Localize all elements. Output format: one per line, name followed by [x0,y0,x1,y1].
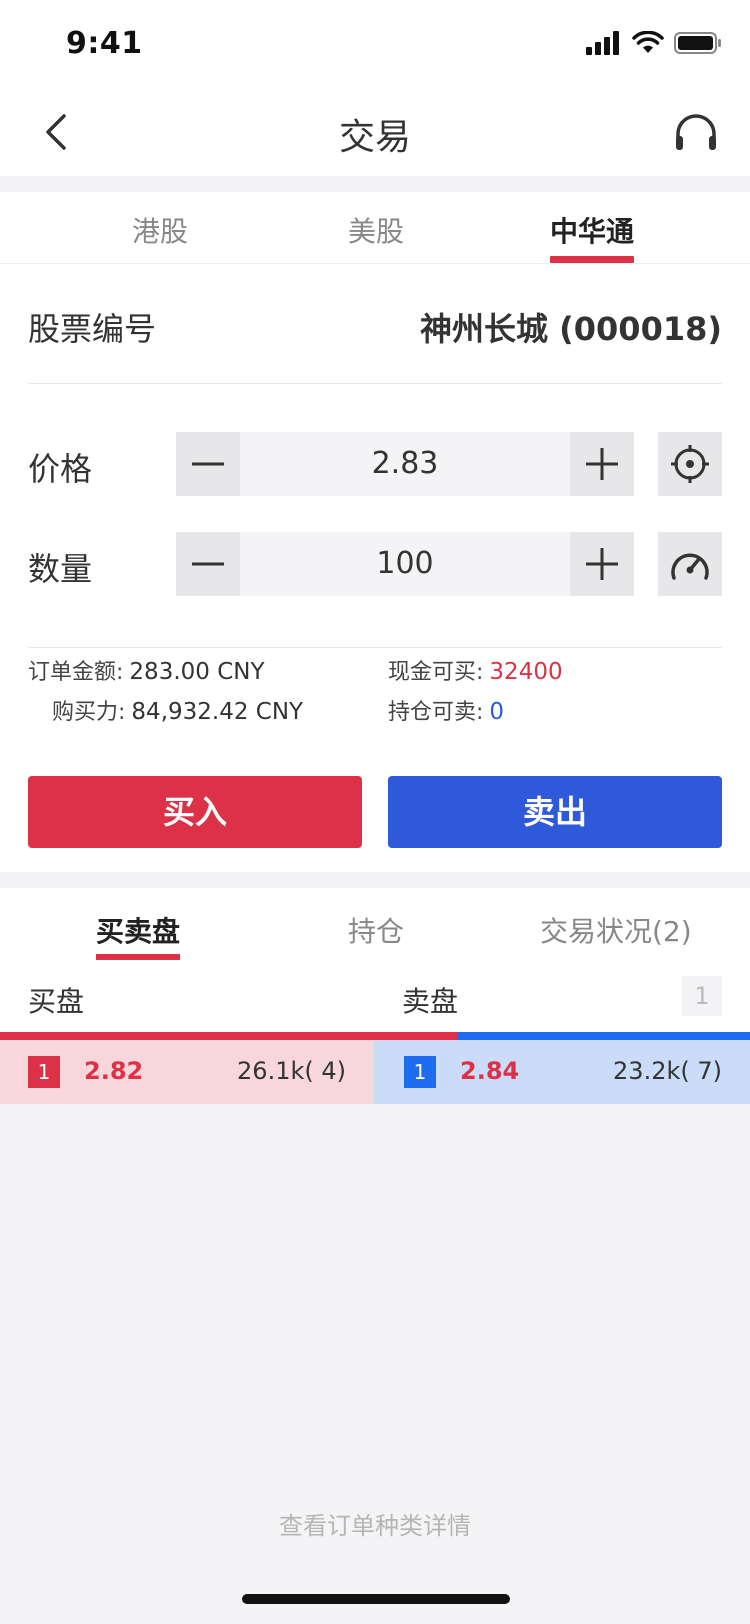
ask-row[interactable]: 1 2.84 23.2k( 7) [374,1040,750,1104]
stock-row[interactable]: 股票编号 神州长城 (000018) [28,264,722,384]
order-book-section: 买卖盘 持仓 交易状况(2) 买盘 卖盘 1 1 2.82 26.1k( 4) … [0,888,750,1104]
home-indicator [242,1594,510,1604]
order-amount-label: 订单金额: [28,660,124,685]
price-input[interactable]: 2.83 [240,446,570,481]
active-tab-indicator [550,256,634,263]
buy-button[interactable]: 买入 [28,776,362,848]
gauge-icon [671,553,709,580]
status-time: 9:41 [66,26,143,61]
quantity-label: 数量 [28,550,93,588]
position-sellable-label: 持仓可卖: [388,700,484,725]
status-icons [586,30,722,60]
depth-level-selector[interactable]: 1 [682,976,722,1016]
bid-level-badge: 1 [28,1056,60,1088]
order-amount-value: 283.00 CNY [129,659,265,685]
quantity-increment-button[interactable] [570,532,634,596]
stock-code-value[interactable]: 神州长城 (000018) [420,304,722,350]
bid-row[interactable]: 1 2.82 26.1k( 4) [0,1040,374,1104]
sell-button[interactable]: 卖出 [388,776,722,848]
buying-power: 购买力: 84,932.42 CNY [52,694,303,726]
tab-order-book[interactable]: 买卖盘 [96,910,180,950]
order-types-link[interactable]: 查看订单种类详情 [0,1506,750,1541]
status-bar: 9:41 [0,0,750,88]
trade-screen: 9:41 交易 港股 美股 中华通 股票编号 神州长城 (000018) 价格 … [0,0,750,1624]
ask-level-badge: 1 [404,1056,436,1088]
wifi-icon [632,30,664,59]
target-icon [671,445,709,483]
cash-buyable-value: 32400 [489,659,563,685]
tab-positions[interactable]: 持仓 [348,910,404,950]
bid-header: 买盘 [28,985,85,1018]
ask-price: 2.84 [460,1057,520,1085]
quantity-decrement-button[interactable] [176,532,240,596]
battery-icon [674,31,722,59]
tab-trade-status[interactable]: 交易状况(2) [540,910,692,950]
signal-icon [586,31,622,59]
minus-icon [192,462,224,466]
quantity-stepper: 100 [176,532,634,596]
tab-us-stocks[interactable]: 美股 [296,210,456,250]
cash-buyable: 现金可买: 32400 [388,654,563,686]
price-label: 价格 [28,450,93,488]
plus-icon [586,448,618,480]
nav-bar: 交易 [0,88,750,176]
quantity-gauge-button[interactable] [658,532,722,596]
cash-buyable-label: 现金可买: [388,660,484,685]
tab-china-connect[interactable]: 中华通 [512,210,672,250]
price-decrement-button[interactable] [176,432,240,496]
form-divider [28,647,722,648]
headset-icon [676,114,716,150]
order-form: 股票编号 神州长城 (000018) 价格 2.83 数量 100 订单金额: … [0,264,750,872]
page-title: 交易 [338,117,411,158]
stock-code-label: 股票编号 [28,310,157,348]
buying-power-value: 84,932.42 CNY [131,699,304,725]
active-book-tab-indicator [96,954,180,960]
bid-price: 2.82 [84,1057,144,1085]
position-sellable: 持仓可卖: 0 [388,694,504,726]
position-sellable-value: 0 [489,699,505,725]
bid-volume: 26.1k( 4) [237,1057,346,1085]
customer-service-button[interactable] [668,104,724,160]
market-tabs: 港股 美股 中华通 [0,192,750,264]
tab-hk-stocks[interactable]: 港股 [80,210,240,250]
price-increment-button[interactable] [570,432,634,496]
buying-power-label: 购买力: [52,700,126,725]
bid-ratio-bar [0,1032,458,1040]
order-amount: 订单金额: 283.00 CNY [28,654,265,686]
price-target-button[interactable] [658,432,722,496]
quantity-input[interactable]: 100 [240,546,570,581]
price-stepper: 2.83 [176,432,634,496]
ask-header: 卖盘 [402,985,459,1018]
ask-volume: 23.2k( 7) [613,1057,722,1085]
plus-icon [586,548,618,580]
minus-icon [192,562,224,566]
ask-ratio-bar [458,1032,750,1040]
